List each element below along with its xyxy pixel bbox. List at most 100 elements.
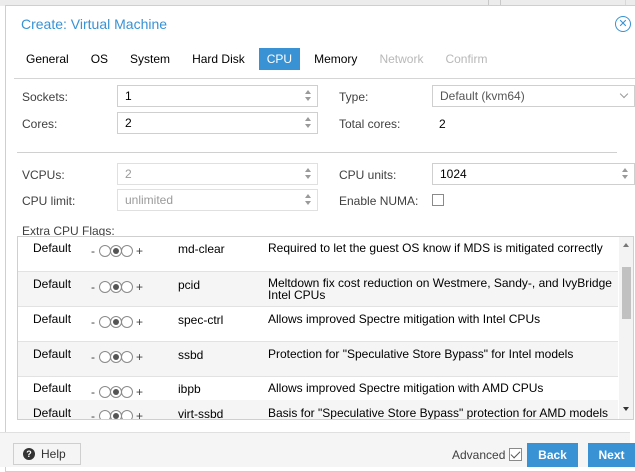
- flag-description: Basis for "Speculative Store Bypass" pro…: [268, 406, 609, 420]
- plus-symbol: +: [136, 409, 144, 420]
- help-button[interactable]: ? Help: [13, 443, 81, 465]
- table-row: Default - + pcid Meltdown fix cost reduc…: [18, 272, 618, 307]
- cores-field[interactable]: 2: [117, 112, 318, 134]
- flag-state: Default: [33, 277, 72, 291]
- tab-general[interactable]: General: [18, 48, 77, 70]
- plus-symbol: +: [136, 280, 144, 294]
- cpu-units-label: CPU units:: [339, 168, 397, 182]
- flag-name: md-clear: [178, 242, 225, 256]
- flag-description: Meltdown fix cost reduction on Westmere,…: [268, 276, 612, 302]
- tab-hard-disk[interactable]: Hard Disk: [184, 48, 253, 70]
- vcpus-label: VCPUs:: [22, 168, 65, 182]
- flag-state: Default: [33, 347, 72, 361]
- wizard-tabs: General OS System Hard Disk CPU Memory N…: [18, 48, 501, 74]
- type-label: Type:: [339, 90, 369, 104]
- spinner-icon[interactable]: [621, 167, 629, 181]
- minus-symbol: -: [91, 280, 95, 294]
- scroll-thumb[interactable]: [622, 267, 631, 319]
- spinner-icon[interactable]: [304, 167, 312, 181]
- flag-selector: - +: [91, 315, 151, 329]
- flag-name: virt-ssbd: [178, 407, 224, 420]
- chevron-down-icon: [619, 89, 629, 99]
- table-row: Default - + ssbd Protection for "Specula…: [18, 342, 618, 377]
- back-button[interactable]: Back: [527, 443, 578, 467]
- minus-symbol: -: [91, 350, 95, 364]
- minus-symbol: -: [91, 244, 95, 258]
- vcpus-field[interactable]: 2: [117, 163, 318, 185]
- tab-system[interactable]: System: [122, 48, 178, 70]
- radio-on[interactable]: [121, 245, 133, 257]
- tab-network: Network: [379, 52, 424, 66]
- flag-state: Default: [33, 381, 72, 395]
- minus-symbol: -: [91, 385, 95, 399]
- sockets-field[interactable]: 1: [117, 85, 318, 107]
- minus-symbol: -: [91, 409, 95, 420]
- tab-os[interactable]: OS: [83, 48, 116, 70]
- flag-name: spec-ctrl: [178, 313, 224, 327]
- plus-symbol: +: [136, 315, 144, 329]
- spinner-icon[interactable]: [304, 116, 312, 130]
- close-icon[interactable]: ✕: [615, 16, 631, 32]
- cores-value: 2: [125, 116, 132, 130]
- scroll-down-icon[interactable]: [623, 407, 629, 411]
- minus-symbol: -: [91, 315, 95, 329]
- cpu-limit-label: CPU limit:: [22, 194, 76, 208]
- cpu-flags-grid: Default - + md-clear Required to let the…: [17, 236, 634, 420]
- plus-symbol: +: [136, 385, 144, 399]
- tab-confirm: Confirm: [445, 52, 488, 66]
- flag-name: ibpb: [178, 382, 201, 396]
- spinner-icon[interactable]: [304, 193, 312, 207]
- help-label: Help: [41, 447, 66, 461]
- grid-scrollbar[interactable]: [619, 237, 633, 419]
- radio-on[interactable]: [121, 410, 133, 419]
- advanced-checkbox[interactable]: [509, 448, 522, 461]
- radio-on[interactable]: [121, 386, 133, 398]
- cpu-limit-field[interactable]: unlimited: [117, 189, 318, 211]
- enable-numa-checkbox[interactable]: [432, 194, 444, 206]
- flag-description: Protection for "Speculative Store Bypass…: [268, 347, 574, 361]
- spinner-icon[interactable]: [304, 89, 312, 103]
- scroll-up-icon[interactable]: [623, 243, 629, 247]
- table-row: Default - + spec-ctrl Allows improved Sp…: [18, 307, 618, 342]
- flag-state: Default: [33, 241, 72, 255]
- plus-symbol: +: [136, 244, 144, 258]
- tab-memory[interactable]: Memory: [306, 48, 365, 70]
- plus-symbol: +: [136, 350, 144, 364]
- vcpus-value: 2: [125, 167, 132, 181]
- total-cores-value: 2: [439, 117, 446, 131]
- cpu-type-select[interactable]: Default (kvm64): [432, 85, 635, 107]
- cpu-units-value: 1024: [440, 167, 467, 181]
- cpu-units-field[interactable]: 1024: [432, 163, 635, 185]
- dialog-title: Create: Virtual Machine: [21, 16, 168, 32]
- question-circle-icon: ?: [23, 448, 35, 460]
- tab-cpu[interactable]: CPU: [258, 48, 301, 70]
- flag-state: Default: [33, 406, 72, 420]
- radio-on[interactable]: [121, 281, 133, 293]
- radio-on[interactable]: [121, 351, 133, 363]
- flag-description: Allows improved Spectre mitigation with …: [268, 312, 541, 326]
- cpu-limit-value: unlimited: [125, 193, 174, 207]
- flag-selector: - +: [91, 280, 151, 294]
- cores-label: Cores:: [22, 117, 58, 131]
- radio-on[interactable]: [121, 316, 133, 328]
- section-divider: [17, 152, 617, 153]
- flag-name: pcid: [178, 278, 201, 292]
- cpu-type-value: Default (kvm64): [440, 89, 525, 103]
- flag-selector: - +: [91, 409, 151, 420]
- flag-selector: - +: [91, 385, 151, 399]
- table-row: Default - + md-clear Required to let the…: [18, 237, 618, 272]
- flag-selector: - +: [91, 244, 151, 258]
- flag-state: Default: [33, 312, 72, 326]
- enable-numa-label: Enable NUMA:: [339, 194, 419, 208]
- flag-description: Required to let the guest OS know if MDS…: [268, 241, 603, 255]
- advanced-label: Advanced: [452, 448, 506, 462]
- tab-underline: [14, 78, 635, 79]
- total-cores-label: Total cores:: [339, 117, 401, 131]
- flag-selector: - +: [91, 350, 151, 364]
- flag-description: Allows improved Spectre mitigation with …: [268, 381, 544, 395]
- flag-name: ssbd: [178, 348, 204, 362]
- table-row: Default - + virt-ssbd Basis for "Specula…: [18, 400, 618, 420]
- sockets-value: 1: [125, 89, 132, 103]
- sockets-label: Sockets:: [22, 90, 69, 104]
- next-button[interactable]: Next: [588, 443, 635, 467]
